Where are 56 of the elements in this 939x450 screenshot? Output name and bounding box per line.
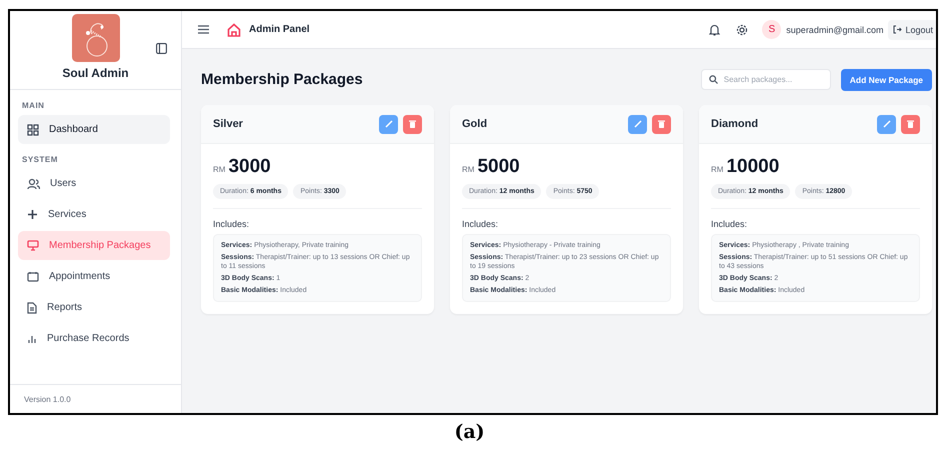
plus-icon <box>27 209 38 220</box>
notification-bell-icon[interactable] <box>709 24 720 36</box>
sidebar-item[interactable]: Dashboard <box>18 115 170 144</box>
trash-icon <box>907 120 914 128</box>
package-price: 10000 <box>726 156 780 178</box>
delete-button[interactable] <box>403 114 422 134</box>
pencil-icon <box>634 120 642 128</box>
sidebar-item[interactable]: Reports <box>18 293 170 322</box>
grid-icon <box>27 124 39 136</box>
trash-icon <box>409 120 416 128</box>
settings-icon[interactable] <box>736 24 748 36</box>
add-package-button[interactable]: Add New Package <box>840 68 932 90</box>
trash-icon <box>658 120 665 128</box>
package-name: Silver <box>213 118 244 130</box>
logout-icon <box>893 25 902 34</box>
sidebar-item[interactable]: Purchase Records <box>18 324 170 353</box>
edit-button[interactable] <box>628 114 647 134</box>
sidebar-item[interactable]: Users <box>18 169 170 198</box>
section-heading: MAIN <box>22 101 46 110</box>
bar-chart-icon <box>27 334 37 344</box>
monitor-icon <box>27 240 39 251</box>
edit-button[interactable] <box>877 114 896 134</box>
users-icon <box>27 178 40 190</box>
package-price: 3000 <box>228 156 271 178</box>
logo <box>72 14 120 62</box>
pencil-icon <box>384 120 392 128</box>
package-name: Diamond <box>711 118 760 130</box>
user-avatar[interactable]: S <box>762 20 782 39</box>
page-title: Membership Packages <box>201 71 364 88</box>
sidebar-item[interactable]: Services <box>18 200 170 229</box>
sidebar-toggle-icon[interactable] <box>156 43 167 54</box>
figure-caption: (a) <box>454 421 485 443</box>
currency-label: RM <box>213 165 226 174</box>
edit-button[interactable] <box>379 114 398 134</box>
includes-label: Includes: <box>462 219 500 229</box>
package-price: 5000 <box>477 156 520 178</box>
section-heading: SYSTEM <box>22 155 59 164</box>
search-field[interactable]: Search packages... <box>700 69 831 90</box>
delete-button[interactable] <box>901 114 920 134</box>
app-title: Admin Panel <box>249 24 310 35</box>
logout-button[interactable]: Logout <box>888 20 936 40</box>
sidebar-item[interactable]: Appointments <box>18 262 170 291</box>
includes-label: Includes: <box>213 219 250 229</box>
currency-label: RM <box>462 165 474 174</box>
package-name: Gold <box>462 118 488 130</box>
includes-label: Includes: <box>711 219 748 229</box>
user-email: superadmin@gmail.com <box>786 24 884 34</box>
version-label: Version 1.0.0 <box>24 394 71 404</box>
calendar-icon <box>27 271 39 282</box>
brand-name: Soul Admin <box>62 66 129 80</box>
pencil-icon <box>882 120 890 128</box>
currency-label: RM <box>711 165 724 174</box>
delete-button[interactable] <box>652 114 671 134</box>
home-icon <box>227 22 241 36</box>
menu-icon[interactable] <box>198 25 209 34</box>
document-icon <box>27 302 37 314</box>
